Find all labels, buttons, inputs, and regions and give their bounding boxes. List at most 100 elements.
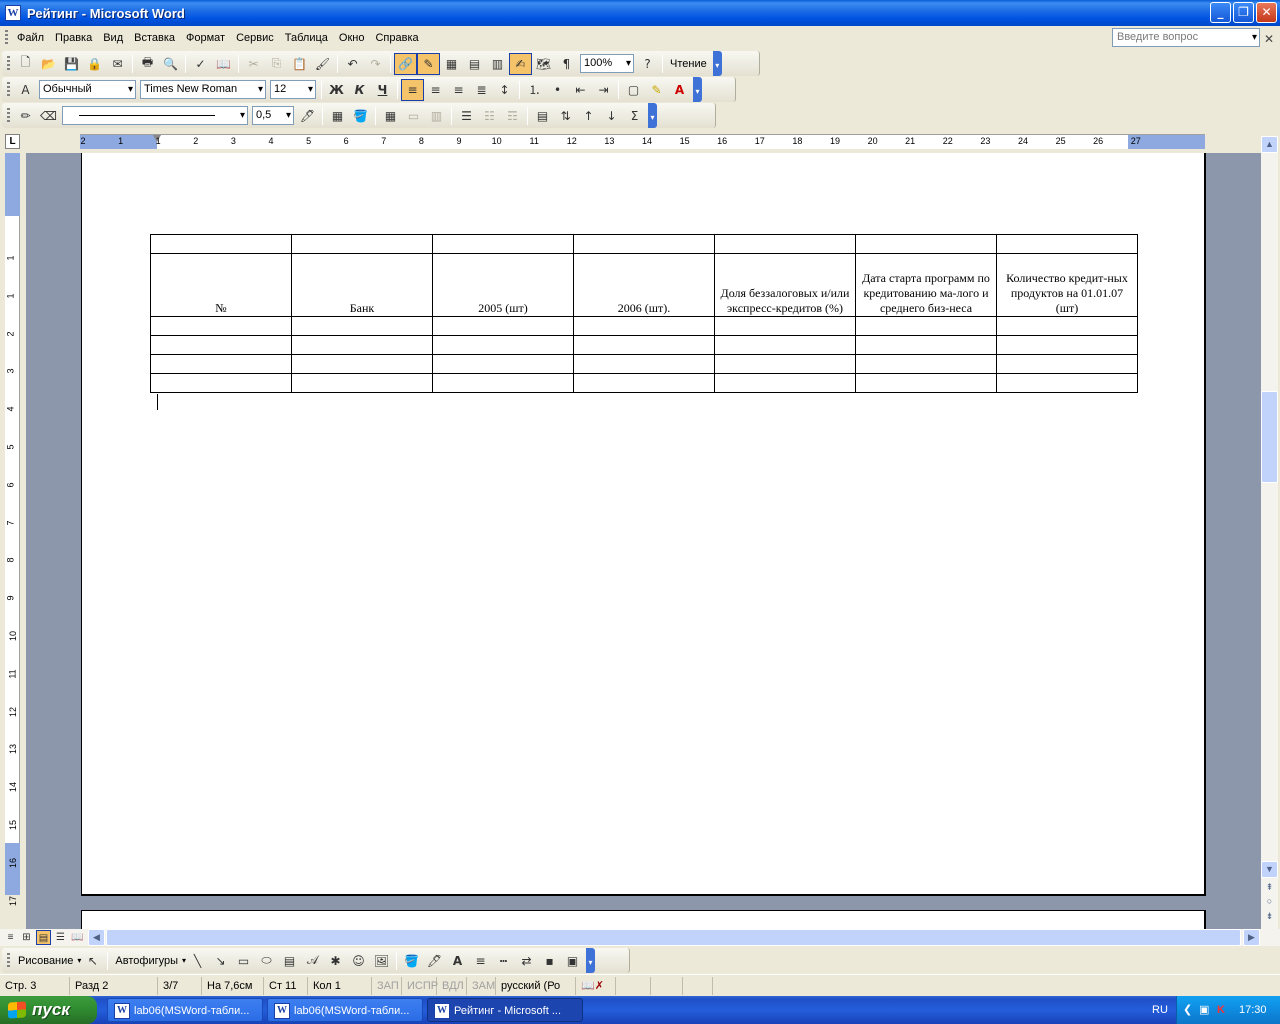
open-folder-icon[interactable]: 📂 — [37, 53, 60, 75]
split-cells-icon[interactable]: ▥ — [425, 105, 448, 127]
table-cell[interactable] — [291, 373, 433, 393]
status-language[interactable]: русский (Ро — [496, 976, 576, 995]
read-button[interactable]: Чтение — [666, 58, 711, 70]
table-cell[interactable] — [996, 316, 1138, 336]
format-painter-icon[interactable]: 🖌 — [311, 53, 334, 75]
style-select[interactable]: Обычный — [39, 80, 136, 99]
justify-icon[interactable]: ≣ — [470, 79, 493, 101]
col-bank-header[interactable]: Банк — [291, 253, 433, 317]
shadow-style-icon[interactable]: ▪ — [538, 950, 561, 972]
wordart-icon[interactable]: 𝒜 — [301, 950, 324, 972]
vertical-scrollbar[interactable]: ▲ ▼ ⇞ ○ ⇟ — [1261, 136, 1278, 929]
align-cell-icon[interactable]: ☰ — [455, 105, 478, 127]
menu-table[interactable]: Таблица — [280, 28, 334, 48]
document-map-icon[interactable]: 🗺 — [532, 53, 555, 75]
sort-ascending-icon[interactable]: ↑ — [577, 105, 600, 127]
font-select[interactable]: Times New Roman — [140, 80, 266, 99]
outside-border-icon[interactable]: ▦ — [326, 105, 349, 127]
print-icon[interactable]: 🖶 — [136, 53, 159, 75]
status-record[interactable]: ЗАП — [372, 976, 402, 995]
distribute-rows-icon[interactable]: ☷ — [478, 105, 501, 127]
borders-icon[interactable]: ▢ — [622, 79, 645, 101]
table-cell[interactable] — [714, 354, 856, 374]
tray-arrow-icon[interactable]: ❮ — [1183, 996, 1192, 1024]
table-cell[interactable] — [432, 335, 574, 355]
oval-icon[interactable]: ⬭ — [255, 950, 278, 972]
toolbar-grip[interactable] — [7, 55, 10, 72]
table-cell[interactable] — [150, 234, 292, 254]
toolbar-grip[interactable] — [7, 81, 10, 98]
table-cell[interactable] — [573, 354, 715, 374]
status-extend[interactable]: ВДЛ — [437, 976, 467, 995]
italic-button[interactable]: К — [348, 79, 371, 101]
document-page[interactable]: № Банк 2005 (шт) 2006 (шт). Доля беззало… — [81, 153, 1206, 896]
paste-icon[interactable]: 📋 — [288, 53, 311, 75]
arrow-style-icon[interactable]: ⇄ — [515, 950, 538, 972]
redo-icon[interactable]: ↷ — [364, 53, 387, 75]
table-cell[interactable] — [150, 316, 292, 336]
table-cell[interactable] — [714, 234, 856, 254]
cut-icon[interactable]: ✂ — [242, 53, 265, 75]
word-app-icon[interactable]: W — [5, 5, 21, 21]
undo-icon[interactable]: ↶ — [341, 53, 364, 75]
show-formatting-icon[interactable]: ¶ — [555, 53, 578, 75]
font-color-icon[interactable]: A — [446, 950, 469, 972]
table-cell[interactable] — [432, 316, 574, 336]
insert-table-menu-icon[interactable]: ▦ — [379, 105, 402, 127]
font-size-select[interactable]: 12 — [270, 80, 316, 99]
dash-style-icon[interactable]: ┅ — [492, 950, 515, 972]
align-left-icon[interactable]: ≡ — [401, 78, 424, 101]
spelling-status-icon[interactable]: 📖✗ — [576, 976, 616, 995]
table-cell[interactable] — [150, 373, 292, 393]
spelling-icon[interactable]: ✓ — [189, 53, 212, 75]
fill-color-icon[interactable]: 🪣 — [400, 950, 423, 972]
table-cell[interactable] — [996, 373, 1138, 393]
menu-tools[interactable]: Сервис — [231, 28, 280, 48]
help-icon[interactable]: ? — [636, 53, 659, 75]
line-spacing-icon[interactable]: ↕ — [493, 79, 516, 101]
research-icon[interactable]: 📖 — [212, 53, 235, 75]
arrow-icon[interactable]: ↘ — [209, 950, 232, 972]
col-2005-header[interactable]: 2005 (шт) — [432, 253, 574, 317]
table-cell[interactable] — [291, 335, 433, 355]
menu-help[interactable]: Справка — [370, 28, 424, 48]
shading-color-icon[interactable]: 🪣 — [349, 105, 372, 127]
autosum-icon[interactable]: Σ — [623, 105, 646, 127]
drawing-menu-button[interactable]: Рисование — [14, 955, 77, 967]
normal-view-icon[interactable]: ≡ — [3, 930, 18, 945]
numbering-icon[interactable]: ⒈ — [523, 79, 546, 101]
horizontal-ruler[interactable]: 2 1 1 2 3 4 5 6 7 8 9 10 11 12 13 14 15 16 17 18 19 20 21 22 23 2… — [80, 134, 1205, 149]
picture-icon[interactable]: 🖼 — [370, 950, 393, 972]
autoshapes-menu-button[interactable]: Автофигуры — [111, 955, 182, 967]
table-cell[interactable] — [855, 234, 997, 254]
increase-indent-icon[interactable]: ⇥ — [592, 79, 615, 101]
zoom-select[interactable]: 100% — [580, 54, 634, 73]
doc-close-icon[interactable]: ✕ — [1264, 32, 1274, 46]
tab-stop-selector[interactable]: L — [5, 134, 20, 149]
table-autoformat-icon[interactable]: ▤ — [531, 105, 554, 127]
menu-window[interactable]: Окно — [334, 28, 371, 48]
table-cell[interactable] — [150, 335, 292, 355]
3d-style-icon[interactable]: ▣ — [561, 950, 584, 972]
next-page-icon[interactable]: ⇟ — [1261, 909, 1278, 926]
distribute-columns-icon[interactable]: ☶ — [501, 105, 524, 127]
toolbar-grip[interactable] — [7, 107, 10, 124]
columns-icon[interactable]: ▥ — [486, 53, 509, 75]
status-track-changes[interactable]: ИСПР — [402, 976, 438, 995]
horizontal-scroll-thumb[interactable] — [106, 929, 1241, 946]
rectangle-icon[interactable]: ▭ — [232, 950, 255, 972]
rating-table[interactable]: № Банк 2005 (шт) 2006 (шт). Доля беззало… — [150, 234, 1138, 393]
table-cell[interactable] — [432, 373, 574, 393]
col-products-header[interactable]: Количество кредит-ных продуктов на 01.01… — [996, 253, 1138, 317]
eraser-icon[interactable]: ⌫ — [37, 105, 60, 127]
diagram-icon[interactable]: ✱ — [324, 950, 347, 972]
toolbar-grip[interactable] — [7, 952, 10, 969]
merge-cells-icon[interactable]: ▭ — [402, 105, 425, 127]
print-preview-icon[interactable]: 🔍 — [159, 53, 182, 75]
col-number-header[interactable]: № — [150, 253, 292, 317]
vertical-ruler[interactable]: 1 1 2 3 4 5 6 7 8 9 10 11 12 13 14 15 16 17 — [5, 153, 20, 906]
table-cell[interactable] — [573, 373, 715, 393]
status-overtype[interactable]: ЗАМ — [467, 976, 496, 995]
text-direction-icon[interactable]: ⇅ — [554, 105, 577, 127]
scroll-right-button[interactable]: ▶ — [1243, 929, 1260, 946]
